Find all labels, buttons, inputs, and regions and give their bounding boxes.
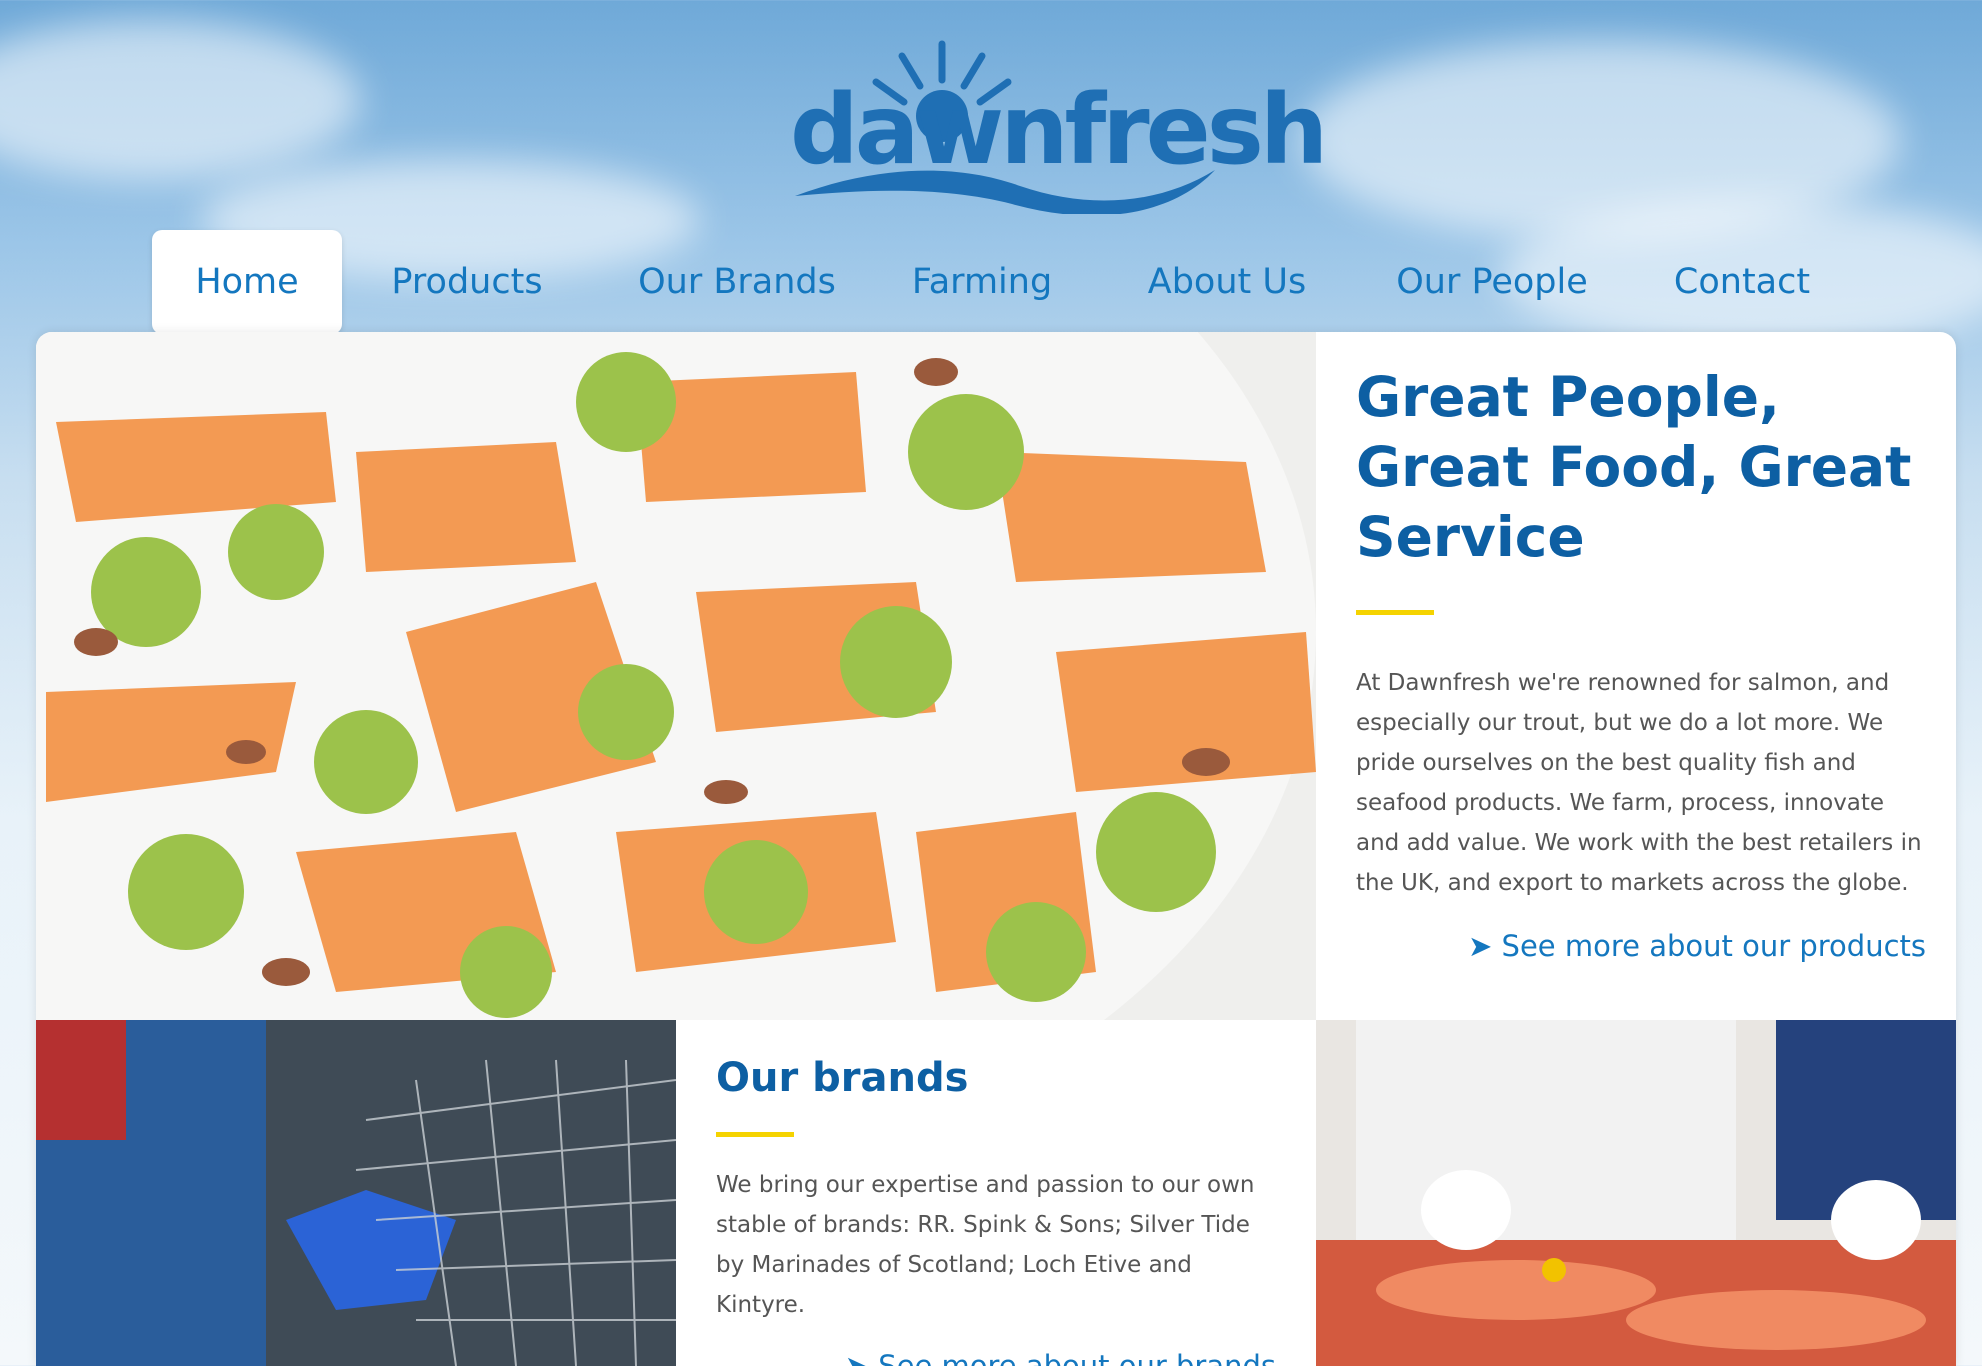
brands-rule bbox=[716, 1132, 794, 1137]
arrow-right-icon: ➤ bbox=[1468, 929, 1493, 963]
fish-processing-image bbox=[1316, 1020, 1956, 1366]
nav-label: Home bbox=[195, 262, 299, 302]
nav-about-us[interactable]: About Us bbox=[1127, 230, 1327, 334]
wave-icon bbox=[795, 170, 1215, 214]
fish-farm-net-image bbox=[36, 1020, 676, 1366]
brands-title: Our brands bbox=[716, 1055, 969, 1101]
salmon-sprouts-image bbox=[36, 332, 1316, 1020]
brands-section: Our brands We bring our expertise and pa… bbox=[676, 1020, 1316, 1366]
see-more-brands-link[interactable]: ➤ See more about our brands bbox=[716, 1349, 1276, 1366]
content-panel: Great People, Great Food, Great Service … bbox=[36, 332, 1956, 1366]
see-more-products-link[interactable]: ➤ See more about our products bbox=[1356, 929, 1926, 963]
arrow-right-icon: ➤ bbox=[844, 1349, 869, 1366]
processing-image bbox=[1316, 1020, 1956, 1366]
title-rule bbox=[1356, 610, 1434, 615]
hero-title: Great People, Great Food, Great Service bbox=[1356, 365, 1912, 569]
nav-our-people[interactable]: Our People bbox=[1372, 230, 1612, 334]
nav-contact[interactable]: Contact bbox=[1652, 230, 1832, 334]
hero-body: At Dawnfresh we're renowned for salmon, … bbox=[1356, 670, 1922, 896]
site-header: dawnfresh Home Products Our Brands Farmi… bbox=[0, 0, 1982, 350]
net-image bbox=[36, 1020, 676, 1366]
link-label: See more about our brands bbox=[878, 1349, 1276, 1366]
nav-farming[interactable]: Farming bbox=[892, 230, 1072, 334]
nav-our-brands[interactable]: Our Brands bbox=[622, 230, 852, 334]
brands-body: We bring our expertise and passion to ou… bbox=[716, 1172, 1255, 1318]
link-label: See more about our products bbox=[1501, 929, 1926, 963]
dawnfresh-logo[interactable]: dawnfresh bbox=[790, 36, 1328, 214]
nav-home[interactable]: Home bbox=[152, 230, 342, 350]
hero-image-salmon-dish bbox=[36, 332, 1316, 1020]
hero-text-block: Great People, Great Food, Great Service … bbox=[1356, 362, 1926, 963]
nav-products[interactable]: Products bbox=[382, 230, 552, 334]
